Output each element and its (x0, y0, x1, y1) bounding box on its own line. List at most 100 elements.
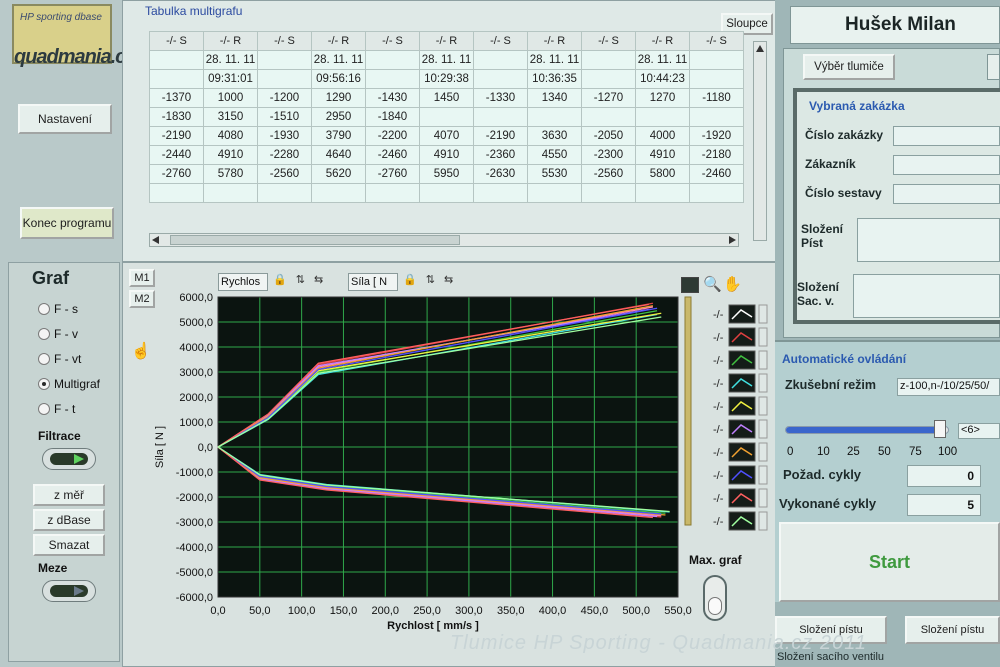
table-cell: -1510 (257, 107, 312, 127)
filter-toggle[interactable] (42, 448, 96, 470)
table-cell: -1430 (365, 88, 420, 108)
table-cell: 09:56:16 (311, 69, 366, 89)
x-tick-label: 0,0 (210, 605, 225, 617)
y-tick-label: -3000,0 (176, 517, 213, 529)
table-cell: -2180 (689, 145, 744, 165)
table-cell: -2190 (473, 126, 528, 146)
table-cell (527, 107, 582, 127)
limits-toggle[interactable] (42, 580, 96, 602)
slider-value-box[interactable]: <6> (958, 423, 1000, 439)
scroll-left-icon[interactable] (152, 236, 159, 244)
auto-control-title: Automatické ovládání (782, 352, 907, 366)
max-graph-label: Max. graf (689, 553, 742, 567)
legend-toggle (758, 396, 768, 416)
radio-multigraf[interactable]: Multigraf (38, 377, 100, 391)
order-number-field[interactable] (893, 126, 1000, 146)
table-cell: 5620 (311, 164, 366, 184)
settings-button[interactable]: Nastavení (18, 104, 112, 134)
radio-f-v[interactable]: F - v (38, 327, 78, 341)
scroll-right-icon[interactable] (729, 236, 736, 244)
end-program-button[interactable]: Konec programu (20, 207, 114, 239)
table-cell (419, 183, 474, 203)
radio-label: F - vt (54, 352, 82, 366)
x-tick-label: 100,0 (288, 605, 316, 617)
side-button[interactable] (987, 54, 1000, 80)
start-button[interactable]: Start (779, 522, 1000, 602)
x-tick-label: 200,0 (372, 605, 400, 617)
table-cell (473, 107, 528, 127)
select-damper-button[interactable]: Výběr tlumiče (803, 54, 895, 80)
horizontal-scrollbar[interactable] (149, 233, 739, 247)
x-tick-label: 350,0 (497, 605, 525, 617)
radio-icon[interactable] (38, 378, 50, 390)
table-cell: 5530 (527, 164, 582, 184)
x-tick-label: 500,0 (622, 605, 650, 617)
table-cell (365, 50, 420, 70)
slider-tick: 25 (847, 446, 860, 458)
table-cell: -1830 (149, 107, 204, 127)
radio-icon[interactable] (38, 403, 50, 415)
piston-composition-button-2[interactable]: Složení pístu (905, 616, 1000, 644)
radio-f-t[interactable]: F - t (38, 402, 75, 416)
piston-composition-field[interactable] (857, 218, 1000, 262)
vertical-scrollbar[interactable] (753, 41, 767, 241)
radio-f-vt[interactable]: F - vt (38, 352, 81, 366)
table-row: -/- S -/- R -/- S -/- R -/- S -/- R -/- S -/- R… (149, 31, 744, 51)
test-mode-select[interactable]: z-100,n-/10/25/50/ (897, 378, 1000, 396)
scroll-up-icon[interactable] (756, 45, 764, 52)
y-tick-label: -1000,0 (176, 467, 213, 479)
multigraph-table: -/- S -/- R -/- S -/- R -/- S -/- R -/- S -/- R… (149, 31, 744, 203)
radio-label: F - t (54, 402, 76, 416)
legend-scrollbar (684, 296, 692, 526)
slider-tick: 75 (909, 446, 922, 458)
customer-field[interactable] (893, 155, 1000, 175)
table-cell: -2560 (581, 164, 636, 184)
radio-label: F - v (54, 327, 78, 341)
max-graph-toggle[interactable] (703, 575, 727, 621)
slider-thumb[interactable] (933, 420, 946, 438)
table-cell: -1370 (149, 88, 204, 108)
piston-composition-label: Složení Píst (801, 222, 844, 250)
table-cell (473, 183, 528, 203)
required-cycles-label: Požad. cykly (783, 467, 862, 482)
legend-toggle (758, 373, 768, 393)
y-axis-label: Síla [ N ] (154, 426, 166, 468)
toggle-knob[interactable] (708, 597, 722, 615)
table-row: 28. 11. 11 28. 11. 11 28. 11. 11 28. 11. 11… (149, 50, 744, 70)
table-cell: 3630 (527, 126, 582, 146)
legend-swatch (728, 442, 756, 462)
legend-swatch (728, 350, 756, 370)
cycle-slider[interactable] (785, 420, 949, 438)
table-cell: 2950 (311, 107, 366, 127)
table-cell: -/- R (311, 31, 366, 51)
required-cycles-field[interactable]: 0 (907, 465, 981, 487)
radio-f-s[interactable]: F - s (38, 302, 78, 316)
table-cell: -2280 (257, 145, 312, 165)
assembly-number-field[interactable] (893, 184, 1000, 204)
radio-icon[interactable] (38, 353, 50, 365)
radio-icon[interactable] (38, 328, 50, 340)
delete-button[interactable]: Smazat (33, 534, 105, 556)
legend-swatch (728, 488, 756, 508)
table-cell (635, 183, 690, 203)
table-cell (419, 107, 474, 127)
table-cell: -2630 (473, 164, 528, 184)
table-cell: -2460 (689, 164, 744, 184)
table-cell: -1930 (257, 126, 312, 146)
from-measurement-button[interactable]: z měř (33, 484, 105, 506)
table-cell: -/- R (419, 31, 474, 51)
user-name: Hušek Milan (845, 14, 956, 35)
table-cell: -/- S (365, 31, 420, 51)
table-cell (689, 69, 744, 89)
graph-section-title: Graf (32, 268, 70, 288)
table-cell: -/- S (473, 31, 528, 51)
chart-svg: 0,0 50,0 100,0 150,0 200,0 250,0 300,0 350,0 400… (154, 292, 768, 632)
table-row: -1370 1000 -1200 1290 -1430 1450 -1330 1340 -127… (149, 88, 744, 108)
table-cell: -1270 (581, 88, 636, 108)
legend-swatch (728, 465, 756, 485)
scroll-thumb[interactable] (170, 235, 460, 245)
table-cell: 3150 (203, 107, 258, 127)
from-dbase-button[interactable]: z dBase (33, 509, 105, 531)
radio-icon[interactable] (38, 303, 50, 315)
valve-composition-field[interactable] (853, 274, 1000, 318)
